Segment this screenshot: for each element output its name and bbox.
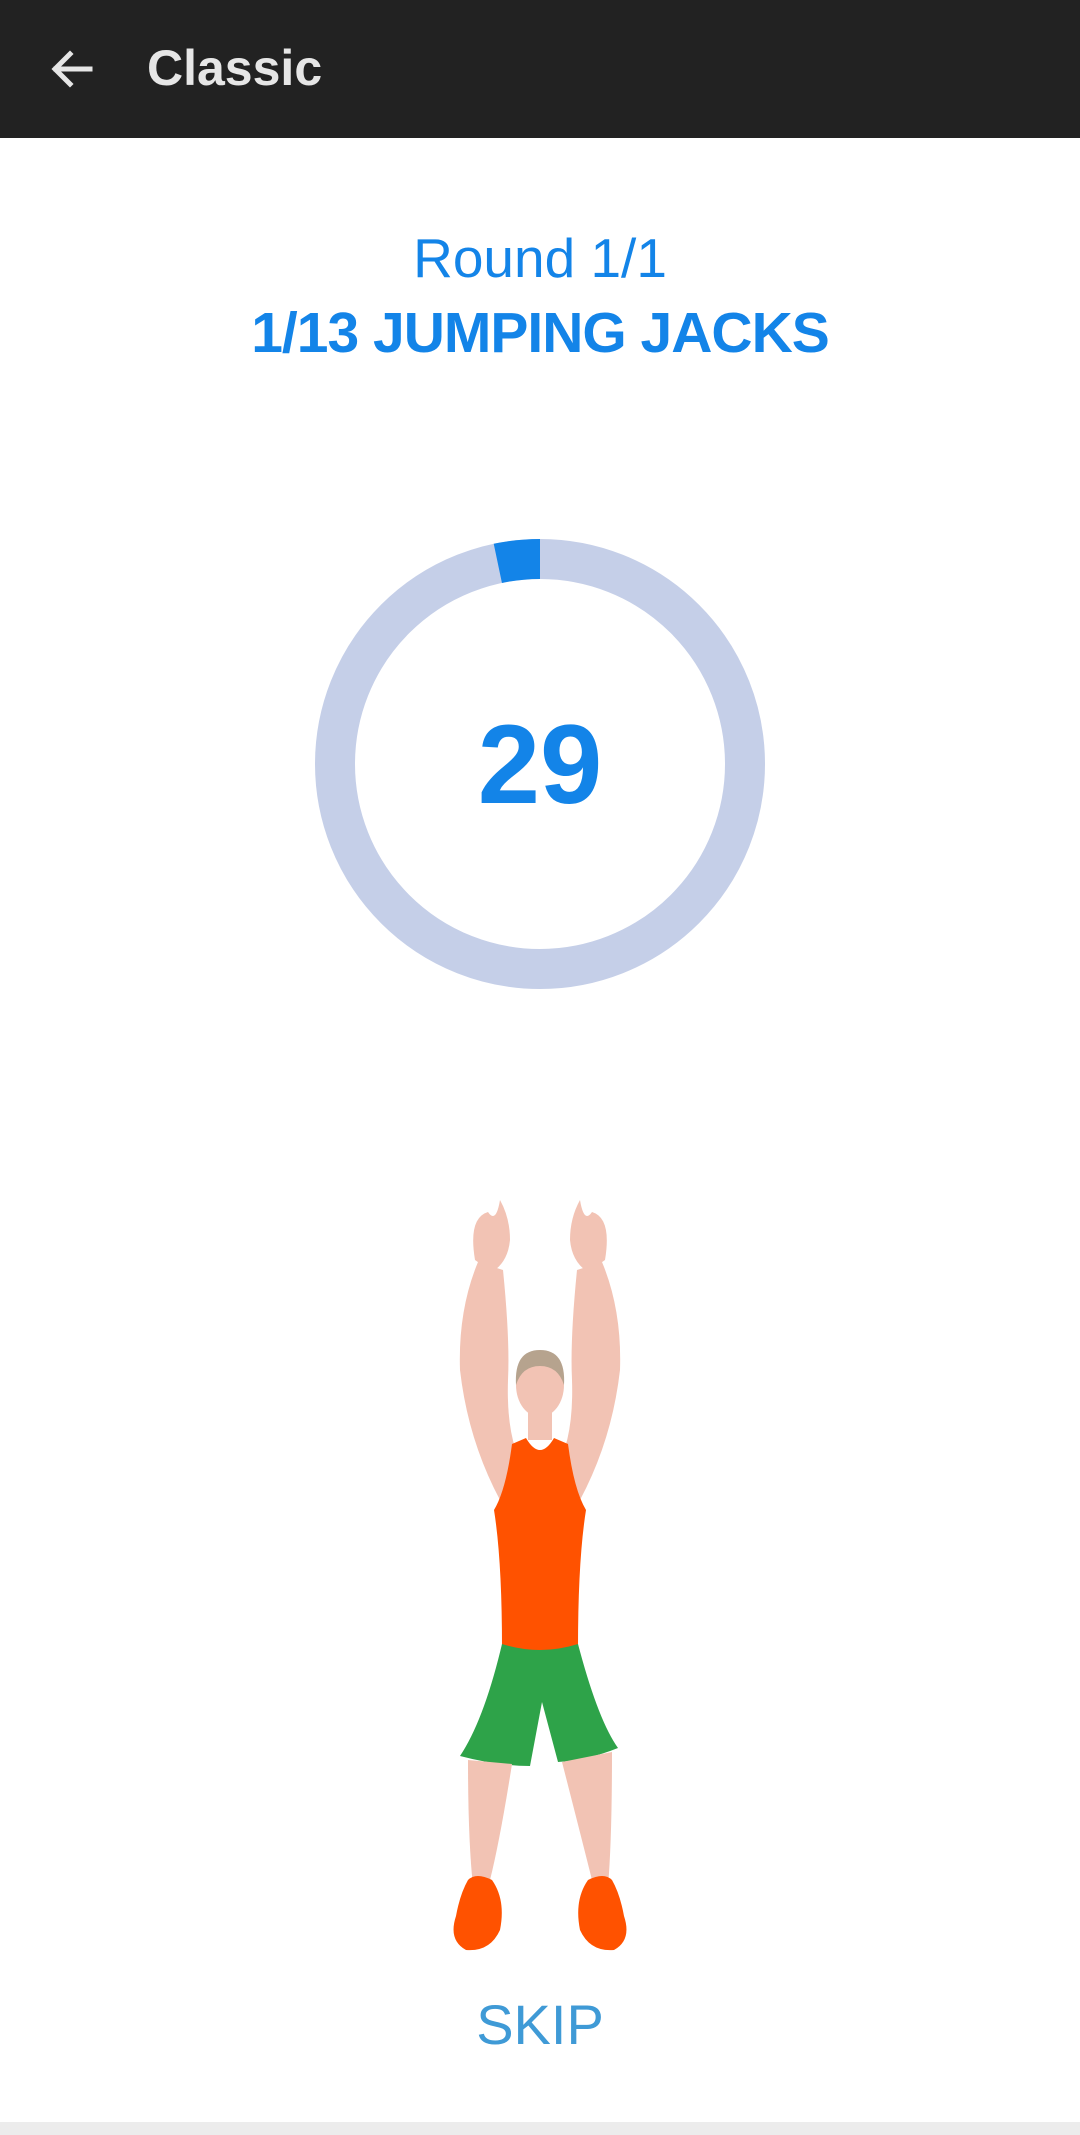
arrow-left-icon: [51, 50, 93, 88]
skip-button[interactable]: SKIP: [390, 1985, 690, 2065]
app-title: Classic: [147, 40, 323, 96]
exercise-label: 1/13 JUMPING JACKS: [251, 301, 830, 365]
jumping-jacks-figure: [453, 1200, 627, 1951]
timer-countdown: 29: [477, 701, 603, 827]
back-button[interactable]: [30, 27, 114, 111]
app-bar: Classic: [0, 0, 1080, 138]
round-label: Round 1/1: [413, 227, 667, 289]
bottom-divider: [0, 2122, 1080, 2135]
